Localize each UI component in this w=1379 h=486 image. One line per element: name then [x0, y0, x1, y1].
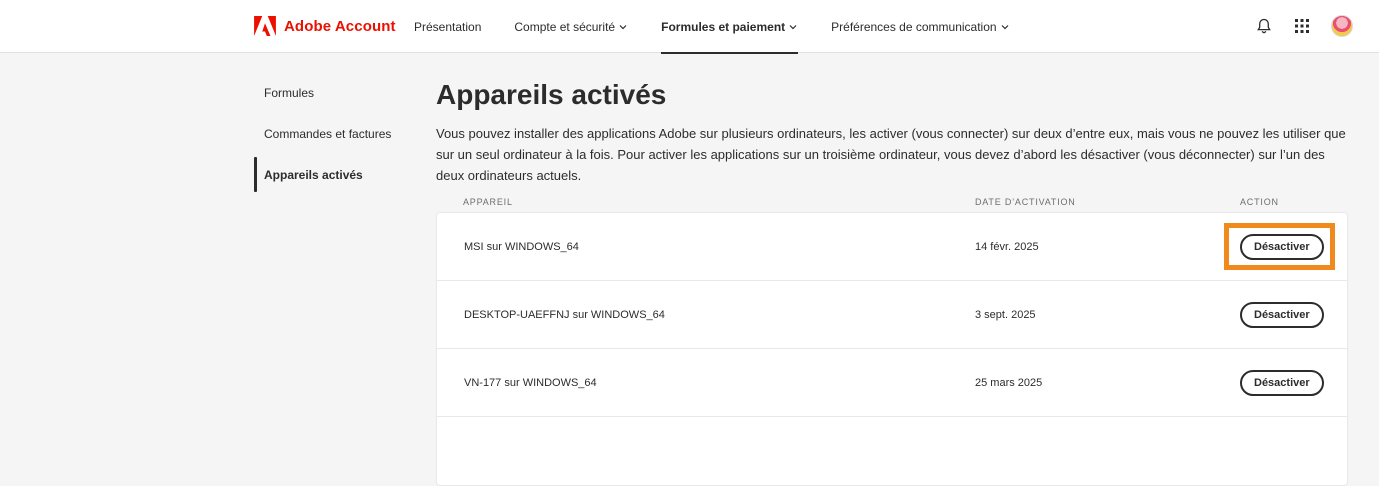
nav-presentation[interactable]: Présentation [414, 0, 481, 53]
nav-label: Préférences de communication [831, 19, 997, 34]
sidebar-item-activated-devices[interactable]: Appareils activés [254, 154, 414, 195]
column-header-date: DATE D’ACTIVATION [975, 197, 1076, 207]
sidebar-item-label: Formules [264, 85, 315, 100]
activation-date: 14 févr. 2025 [975, 241, 1039, 253]
nav-label: Présentation [414, 19, 482, 34]
page-description: Vous pouvez installer des applications A… [436, 126, 1346, 183]
main-nav: Présentation Compte et sécurité Formules… [414, 0, 1043, 54]
nav-label: Formules et paiement [661, 19, 786, 34]
sidebar-item-label: Commandes et factures [264, 126, 392, 141]
deactivate-button[interactable]: Désactiver [1240, 302, 1324, 328]
nav-account-security[interactable]: Compte et sécurité [514, 0, 628, 53]
deactivate-button[interactable]: Désactiver [1240, 234, 1324, 260]
device-name: VN-177 sur WINDOWS_64 [464, 377, 597, 389]
device-name: MSI sur WINDOWS_64 [464, 241, 579, 253]
table-row: MSI sur WINDOWS_64 14 févr. 2025 Désacti… [437, 213, 1347, 281]
bell-icon[interactable] [1255, 17, 1273, 35]
activation-date: 3 sept. 2025 [975, 309, 1036, 321]
table-row: DESKTOP-UAEFFNJ sur WINDOWS_64 3 sept. 2… [437, 281, 1347, 349]
sidebar: Formules Commandes et factures Appareils… [254, 72, 414, 195]
sidebar-item-orders-invoices[interactable]: Commandes et factures [254, 113, 414, 154]
chevron-down-icon [618, 22, 628, 32]
nav-communication-preferences[interactable]: Préférences de communication [831, 0, 1009, 53]
activation-date: 25 mars 2025 [975, 377, 1043, 389]
deactivate-button[interactable]: Désactiver [1240, 370, 1324, 396]
top-header: Adobe Account Présentation Compte et séc… [0, 0, 1379, 54]
main-content: Appareils activés Vous pouvez installer … [436, 78, 1348, 486]
brand-name: Adobe Account [284, 17, 396, 35]
sidebar-item-label: Appareils activés [264, 167, 363, 182]
apps-grid-icon[interactable] [1293, 17, 1311, 35]
adobe-logo-icon [254, 16, 276, 36]
chevron-down-icon [788, 22, 798, 32]
page-title: Appareils activés [436, 79, 667, 110]
nav-plans-payment[interactable]: Formules et paiement [661, 0, 799, 54]
devices-table: MSI sur WINDOWS_64 14 févr. 2025 Désacti… [436, 212, 1348, 486]
brand[interactable]: Adobe Account [254, 16, 396, 36]
sidebar-item-plans[interactable]: Formules [254, 72, 414, 113]
table-header: APPAREIL DATE D’ACTIVATION ACTION [436, 197, 1348, 211]
header-tools [1255, 15, 1353, 37]
avatar[interactable] [1331, 15, 1353, 37]
table-row-partial [437, 417, 1347, 485]
chevron-down-icon [1000, 22, 1010, 32]
column-header-device: APPAREIL [463, 197, 513, 207]
device-name: DESKTOP-UAEFFNJ sur WINDOWS_64 [464, 309, 665, 321]
table-row: VN-177 sur WINDOWS_64 25 mars 2025 Désac… [437, 349, 1347, 417]
nav-label: Compte et sécurité [514, 19, 616, 34]
column-header-action: ACTION [1240, 197, 1279, 207]
